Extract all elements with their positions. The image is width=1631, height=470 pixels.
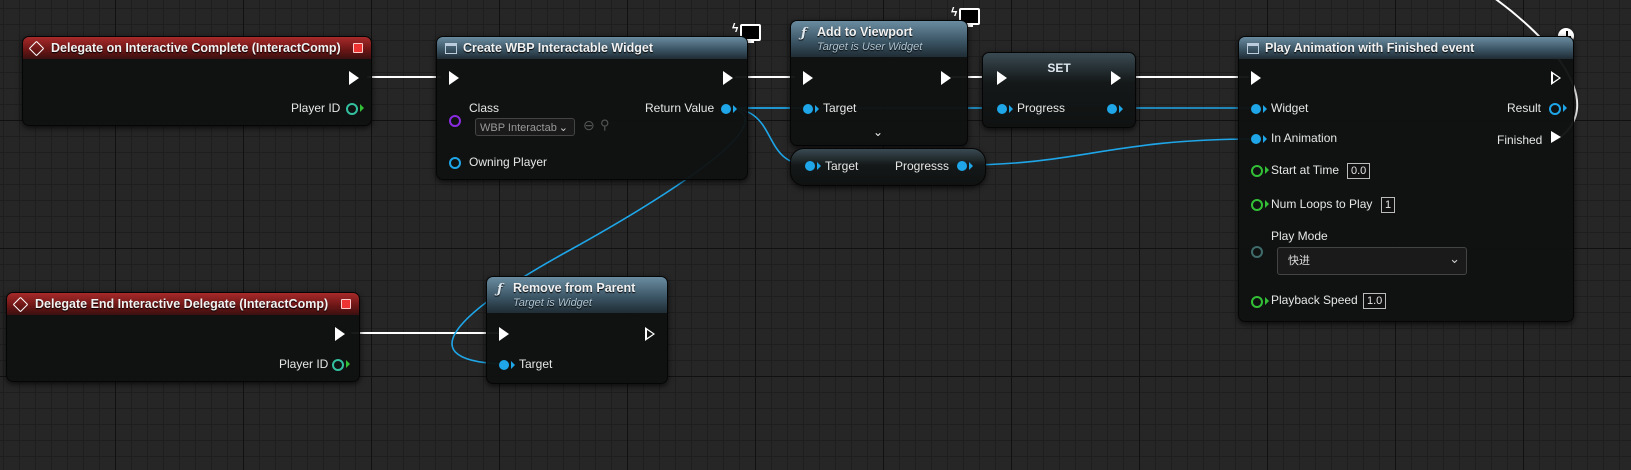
owning-player-pin[interactable] [449, 157, 461, 169]
play-mode-select[interactable]: 快进 ⌄ [1277, 247, 1467, 275]
in-animation-pin[interactable] [1251, 134, 1267, 144]
chevron-down-icon: ⌄ [558, 122, 568, 134]
owning-player-label: Owning Player [469, 155, 548, 169]
set-node[interactable]: SET Progress [982, 52, 1136, 128]
progress-label: Progress [1017, 101, 1066, 115]
widget-icon [445, 42, 457, 54]
class-select[interactable]: WBP Interactab ⌄ [475, 118, 575, 136]
delegate-pin-icon[interactable] [353, 43, 363, 53]
target-pin[interactable] [499, 360, 515, 370]
node-title: Delegate on Interactive Complete (Intera… [51, 41, 341, 55]
return-value-pin[interactable] [721, 104, 737, 114]
node-title: Delegate End Interactive Delegate (Inter… [35, 297, 329, 311]
num-loops-input[interactable]: 1 [1381, 197, 1396, 213]
delegate-complete-node[interactable]: Delegate on Interactive Complete (Intera… [22, 36, 372, 126]
exec-out-pin[interactable] [723, 71, 733, 85]
progress-label: Progresss [895, 159, 950, 173]
remove-from-parent-node[interactable]: ƒ Remove from Parent Target is Widget Ta… [486, 276, 668, 384]
playback-speed-label: Playback Speed [1271, 293, 1358, 307]
player-id-label: Player ID [279, 357, 329, 371]
class-value: WBP Interactab [480, 122, 557, 134]
player-id-label: Player ID [291, 101, 341, 115]
exec-out-pin[interactable] [1551, 71, 1561, 85]
finished-exec-pin[interactable] [1551, 131, 1561, 143]
node-header: Play Animation with Finished event [1239, 37, 1573, 59]
exec-out-pin[interactable] [941, 71, 951, 85]
node-title: Remove from Parent [513, 281, 636, 295]
start-at-time-label: Start at Time [1271, 163, 1340, 177]
search-icon[interactable]: ⚲ [600, 117, 610, 133]
player-id-pin[interactable] [332, 359, 350, 371]
add-to-viewport-node[interactable]: ƒ Add to Viewport Target is User Widget … [790, 20, 968, 146]
diamond-event-icon [12, 296, 29, 312]
exec-out-pin[interactable] [645, 327, 655, 341]
class-label: Class [469, 101, 500, 115]
diamond-event-icon [28, 40, 45, 56]
target-pin[interactable] [803, 104, 819, 114]
result-label: Result [1507, 101, 1542, 115]
delegate-pin-icon[interactable] [341, 299, 351, 309]
finished-label: Finished [1497, 133, 1543, 147]
node-header: Create WBP Interactable Widget [437, 37, 747, 59]
data-wire [961, 138, 1257, 166]
result-pin[interactable] [1549, 103, 1567, 115]
node-title: Create WBP Interactable Widget [463, 41, 653, 55]
create-widget-node[interactable]: Create WBP Interactable Widget Class WBP… [436, 36, 748, 180]
target-label: Target [519, 357, 553, 371]
get-progress-node[interactable]: Target Progresss [790, 148, 986, 186]
exec-in-pin[interactable] [499, 327, 509, 341]
exec-in-pin[interactable] [449, 71, 459, 85]
in-animation-label: In Animation [1271, 131, 1338, 145]
progress-in-pin[interactable] [997, 104, 1013, 114]
player-id-pin[interactable] [346, 103, 364, 115]
node-header: ƒ Remove from Parent Target is Widget [487, 277, 667, 313]
start-at-time-pin[interactable] [1251, 165, 1269, 177]
node-header: ƒ Add to Viewport Target is User Widget [791, 21, 967, 57]
exec-out-pin[interactable] [1111, 71, 1121, 85]
playback-speed-pin[interactable] [1251, 296, 1269, 308]
node-subtitle: Target is User Widget [817, 41, 923, 53]
play-animation-node[interactable]: Play Animation with Finished event Widge… [1238, 36, 1574, 322]
chevron-down-icon[interactable]: ⌄ [873, 125, 883, 139]
node-header: Delegate End Interactive Delegate (Inter… [7, 293, 359, 315]
chevron-down-icon: ⌄ [1449, 251, 1460, 266]
target-label: Target [823, 101, 857, 115]
widget-pin[interactable] [1251, 104, 1267, 114]
start-at-time-input[interactable]: 0.0 [1347, 163, 1371, 179]
browse-icon[interactable]: ⊖ [583, 117, 595, 134]
exec-in-pin[interactable] [997, 71, 1007, 85]
playback-speed-input[interactable]: 1.0 [1363, 293, 1387, 309]
node-title: Add to Viewport [817, 25, 913, 39]
node-header: Delegate on Interactive Complete (Intera… [23, 37, 371, 59]
function-icon: ƒ [497, 282, 503, 297]
target-label: Target [825, 159, 859, 173]
play-mode-label: Play Mode [1271, 229, 1328, 243]
target-pin[interactable] [805, 161, 821, 171]
return-value-label: Return Value [645, 101, 715, 115]
progress-out-pin[interactable] [957, 161, 973, 171]
widget-icon [1247, 42, 1259, 54]
play-mode-value: 快进 [1288, 255, 1310, 267]
play-mode-pin[interactable] [1251, 246, 1263, 258]
exec-out-pin[interactable] [349, 71, 359, 85]
node-title: Play Animation with Finished event [1265, 41, 1475, 55]
node-subtitle: Target is Widget [513, 297, 592, 309]
progress-out-pin[interactable] [1107, 104, 1123, 114]
exec-in-pin[interactable] [803, 71, 813, 85]
widget-label: Widget [1271, 101, 1309, 115]
function-icon: ƒ [801, 26, 807, 41]
class-pin[interactable] [449, 115, 461, 127]
delegate-end-node[interactable]: Delegate End Interactive Delegate (Inter… [6, 292, 360, 382]
exec-out-pin[interactable] [335, 327, 345, 341]
num-loops-label: Num Loops to Play [1271, 197, 1373, 211]
exec-in-pin[interactable] [1251, 71, 1261, 85]
num-loops-pin[interactable] [1251, 199, 1269, 211]
